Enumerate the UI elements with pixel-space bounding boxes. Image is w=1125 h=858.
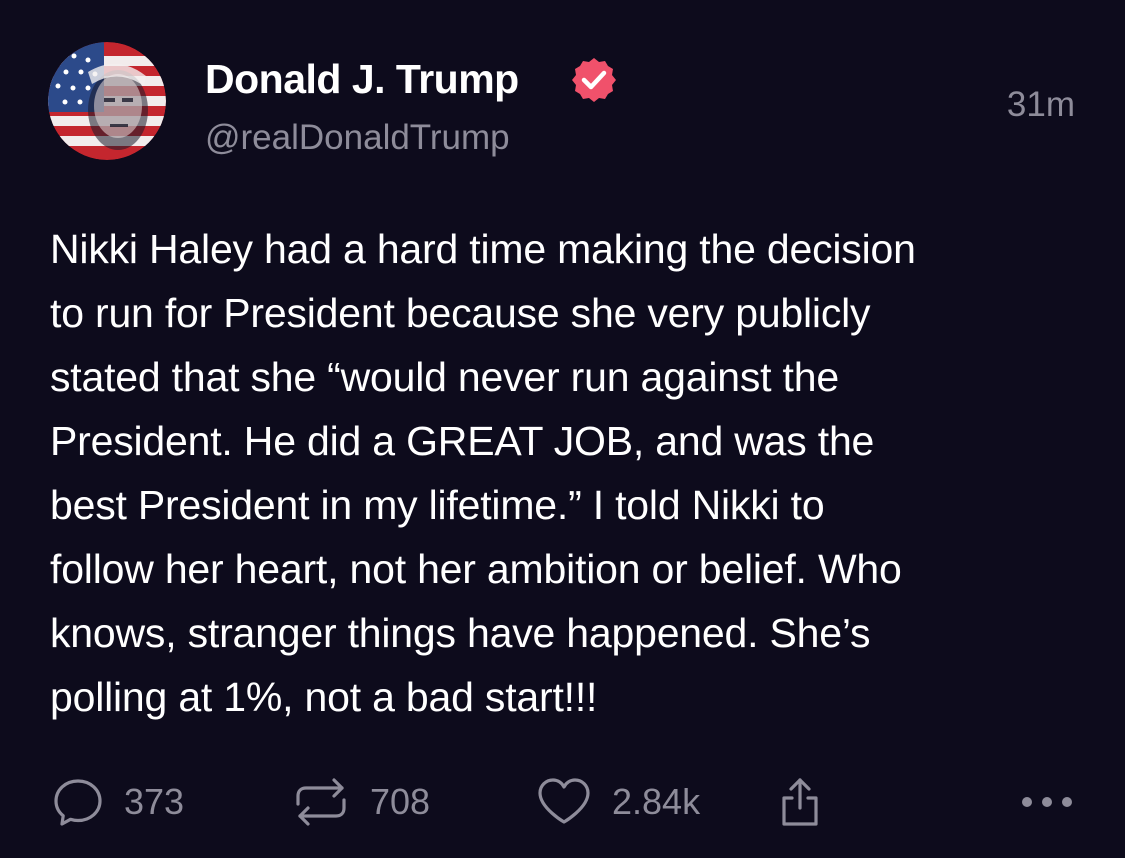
author-handle[interactable]: @realDonaldTrump bbox=[205, 116, 510, 160]
reply-button[interactable]: 373 bbox=[50, 773, 184, 831]
author-avatar[interactable] bbox=[48, 42, 166, 160]
post-body-line: polling at 1%, not a bad start!!! bbox=[50, 674, 598, 720]
author-display-name[interactable]: Donald J. Trump bbox=[205, 54, 519, 104]
post-body: Nikki Haley had a hard time making the d… bbox=[50, 217, 1090, 729]
verified-badge-icon bbox=[570, 56, 618, 104]
like-count: 2.84k bbox=[612, 781, 701, 822]
repost-count: 708 bbox=[370, 781, 431, 822]
post-body-line: knows, stranger things have happened. Sh… bbox=[50, 610, 871, 656]
more-dots-icon bbox=[1022, 797, 1072, 807]
post-card: Donald J. Trump @realDonaldTrump 31m Nik… bbox=[0, 0, 1125, 858]
post-body-line: follow her heart, not her ambition or be… bbox=[50, 546, 902, 592]
like-button[interactable]: 2.84k bbox=[534, 773, 700, 831]
reply-count: 373 bbox=[124, 781, 185, 822]
repost-button[interactable]: 708 bbox=[290, 773, 430, 831]
post-body-line: stated that she “would never run against… bbox=[50, 354, 839, 400]
share-upload-icon bbox=[782, 778, 818, 826]
post-body-line: to run for President because she very pu… bbox=[50, 290, 871, 336]
heart-icon bbox=[538, 778, 590, 824]
post-timestamp[interactable]: 31m bbox=[1007, 83, 1075, 127]
post-body-line: President. He did a GREAT JOB, and was t… bbox=[50, 418, 875, 464]
post-body-line: Nikki Haley had a hard time making the d… bbox=[50, 226, 916, 272]
repost-arrows-icon bbox=[296, 778, 346, 826]
share-button[interactable] bbox=[772, 773, 828, 831]
comment-bubble-icon bbox=[54, 779, 102, 826]
more-options-button[interactable] bbox=[1018, 773, 1080, 831]
post-body-line: best President in my lifetime.” I told N… bbox=[50, 482, 825, 528]
avatar-image bbox=[48, 42, 166, 160]
